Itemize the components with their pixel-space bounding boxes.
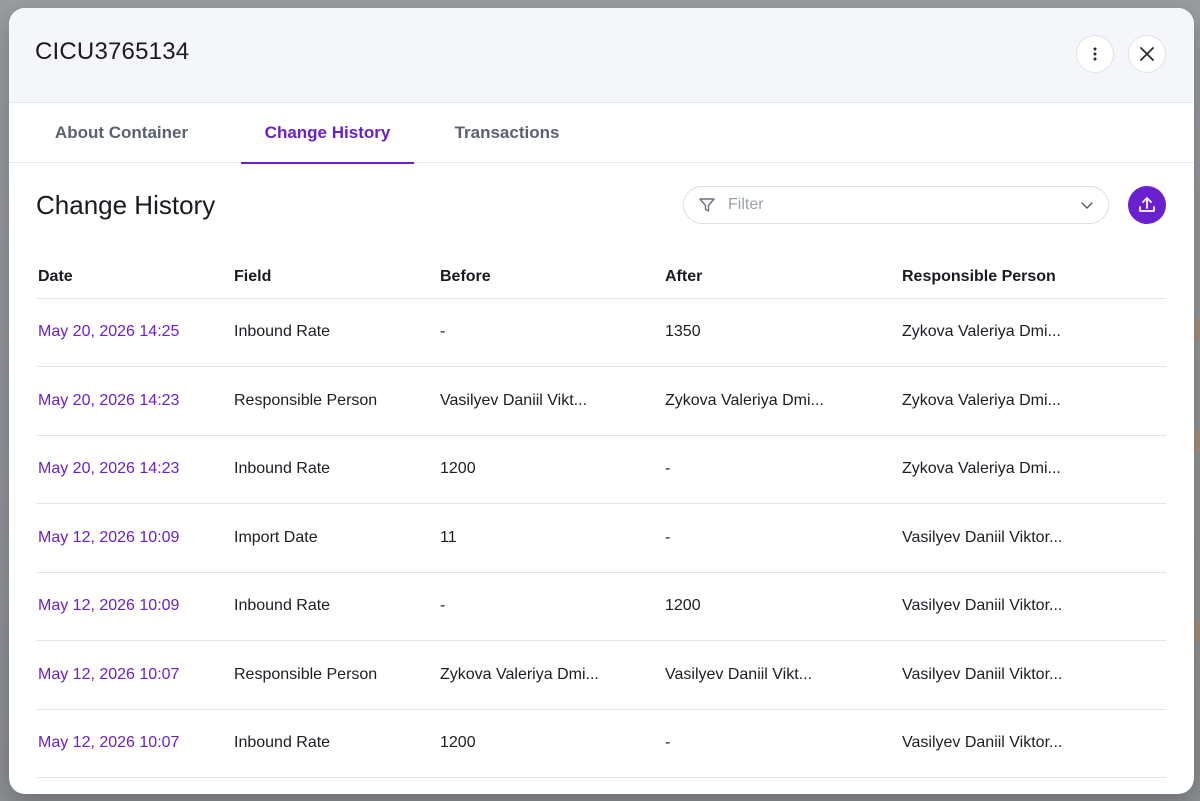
responsible-person-cell: Zykova Valeriya Dmi... [900, 435, 1166, 504]
tab-bar: About Container Change History Transacti… [9, 103, 1194, 164]
before-cell: 11 [438, 503, 663, 573]
responsible-person-cell: Vasilyev Daniil Viktor... [900, 503, 1166, 573]
date-link[interactable]: May 20, 2026 14:23 [36, 435, 232, 504]
container-details-modal: CICU3765134 About Container Change Histo… [9, 8, 1194, 794]
modal-title: CICU3765134 [35, 38, 190, 65]
after-cell: 1350 [663, 298, 900, 367]
before-cell: 1200 [438, 709, 663, 778]
tab-transactions[interactable]: Transactions [437, 103, 577, 163]
export-button[interactable] [1128, 186, 1166, 224]
responsible-person-cell: Vasilyev Daniil Viktor... [900, 709, 1166, 778]
before-cell: - [438, 572, 663, 641]
table-row[interactable]: May 12, 2026 10:07 Inbound Rate 1200 - V… [36, 709, 1166, 778]
close-button[interactable] [1128, 35, 1166, 73]
responsible-person-cell: Vasilyev Daniil Viktor... [900, 640, 1166, 710]
field-cell: Import Date [232, 503, 438, 573]
responsible-person-cell: Zykova Valeriya Dmi... [900, 366, 1166, 436]
responsible-person-cell: Vasilyev Daniil Viktor... [900, 572, 1166, 641]
close-icon [1140, 47, 1154, 61]
date-link[interactable]: May 20, 2026 14:25 [36, 298, 232, 367]
date-link[interactable]: May 20, 2026 14:23 [36, 366, 232, 436]
after-cell: - [663, 435, 900, 504]
field-cell: Responsible Person [232, 640, 438, 710]
before-cell: Vasilyev Daniil Vikt... [438, 366, 663, 436]
after-cell: - [663, 709, 900, 778]
field-cell: Inbound Rate [232, 435, 438, 504]
table-row[interactable]: May 20, 2026 14:23 Responsible Person Va… [36, 366, 1166, 436]
chevron-down-icon [1081, 202, 1093, 209]
table-header-row: Date Field Before After Responsible Pers… [36, 256, 1166, 299]
change-history-table: Date Field Before After Responsible Pers… [36, 256, 1166, 778]
filter-icon [699, 198, 715, 212]
modal-header: CICU3765134 [9, 8, 1194, 103]
more-options-button[interactable] [1076, 35, 1114, 73]
filter-dropdown[interactable]: Filter [683, 186, 1109, 224]
responsible-person-cell: Zykova Valeriya Dmi... [900, 298, 1166, 367]
header-field[interactable]: Field [232, 256, 438, 299]
before-cell: 1200 [438, 435, 663, 504]
field-cell: Responsible Person [232, 366, 438, 436]
before-cell: - [438, 298, 663, 367]
field-cell: Inbound Rate [232, 709, 438, 778]
tab-change-history[interactable]: Change History [241, 103, 414, 164]
export-upload-icon [1139, 197, 1155, 212]
date-link[interactable]: May 12, 2026 10:07 [36, 640, 232, 710]
table-row[interactable]: May 12, 2026 10:07 Responsible Person Zy… [36, 640, 1166, 710]
header-date[interactable]: Date [36, 256, 232, 299]
after-cell: Zykova Valeriya Dmi... [663, 366, 900, 436]
filter-placeholder: Filter [728, 196, 764, 213]
date-link[interactable]: May 12, 2026 10:09 [36, 572, 232, 641]
field-cell: Inbound Rate [232, 572, 438, 641]
date-link[interactable]: May 12, 2026 10:07 [36, 709, 232, 778]
tab-about-container[interactable]: About Container [35, 103, 208, 163]
more-vertical-icon [1093, 47, 1097, 61]
date-link[interactable]: May 12, 2026 10:09 [36, 503, 232, 573]
after-cell: 1200 [663, 572, 900, 641]
field-cell: Inbound Rate [232, 298, 438, 367]
section-title: Change History [36, 190, 216, 220]
header-after[interactable]: After [663, 256, 900, 299]
table-row[interactable]: May 20, 2026 14:25 Inbound Rate - 1350 Z… [36, 298, 1166, 367]
header-before[interactable]: Before [438, 256, 663, 299]
table-row[interactable]: May 20, 2026 14:23 Inbound Rate 1200 - Z… [36, 435, 1166, 504]
after-cell: - [663, 503, 900, 573]
table-row[interactable]: May 12, 2026 10:09 Inbound Rate - 1200 V… [36, 572, 1166, 641]
before-cell: Zykova Valeriya Dmi... [438, 640, 663, 710]
table-row[interactable]: May 12, 2026 10:09 Import Date 11 - Vasi… [36, 503, 1166, 573]
after-cell: Vasilyev Daniil Vikt... [663, 640, 900, 710]
header-responsible-person[interactable]: Responsible Person [900, 256, 1166, 299]
